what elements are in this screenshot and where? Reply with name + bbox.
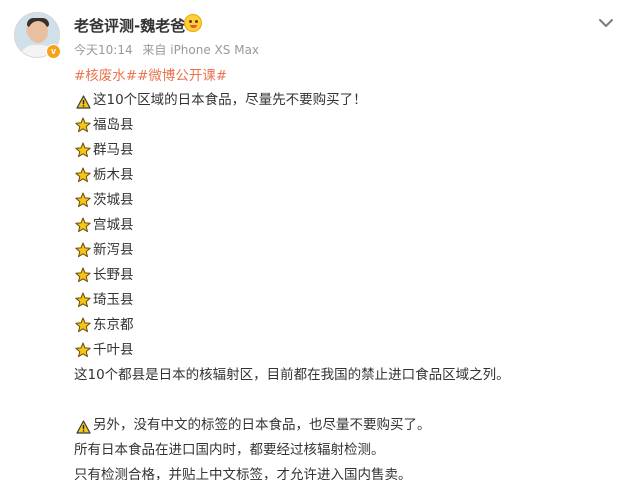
star-icon [75,192,91,208]
star-icon [75,242,91,258]
region-name: 宫城县 [93,217,134,233]
star-icon [75,267,91,283]
region-name: 琦玉县 [93,292,134,308]
paragraph-line: 这10个都县是日本的核辐射区，目前都在我国的禁止进口食品区域之列。 [74,367,510,383]
region-name: 千叶县 [93,342,134,358]
region-name: 长野县 [93,267,134,283]
post-time[interactable]: 今天10:14 [74,43,133,57]
emoji-badge-icon [184,14,202,32]
list-item: 东京都 [74,313,614,338]
region-name: 群马县 [93,142,134,158]
list-item: 琦玉县 [74,288,614,313]
list-item: 千叶县 [74,338,614,363]
line-text: 另外，没有中文的标签的日本食品，也尽量不要购买了。 [93,417,431,433]
region-name: 新泻县 [93,242,134,258]
list-item: 茨城县 [74,188,614,213]
star-icon [75,292,91,308]
warning-icon [75,420,91,434]
post-meta: 今天10:14 来自 iPhone XS Max [74,41,265,58]
star-icon [75,167,91,183]
star-icon [75,142,91,158]
list-item: 群马县 [74,138,614,163]
warning-line: 另外，没有中文的标签的日本食品，也尽量不要购买了。 [74,413,614,438]
list-item: 栃木县 [74,163,614,188]
warning-icon [75,95,91,109]
list-item: 新泻县 [74,238,614,263]
star-icon [75,217,91,233]
avatar-face [28,21,48,43]
warning-line: 这10个区域的日本食品，尽量先不要购买了！ [74,88,614,113]
region-name: 茨城县 [93,192,134,208]
chevron-down-icon[interactable] [597,14,615,32]
paragraph-line: 所有日本食品在进口国内时，都要经过核辐射检测。 [74,442,385,458]
star-icon [75,117,91,133]
verified-badge-icon: v [46,44,61,59]
paragraph-line: 只有检测合格，并贴上中文标签，才允许进入国内售卖。 [74,467,412,480]
star-icon [75,317,91,333]
post-body: #核废水##微博公开课# 这10个区域的日本食品，尽量先不要购买了！ 福岛县 群… [74,66,614,480]
list-item: 长野县 [74,263,614,288]
list-item: 福岛县 [74,113,614,138]
region-name: 东京都 [93,317,134,333]
region-name: 福岛县 [93,117,134,133]
post-header: v 老爸评测-魏老爸 今天10:14 来自 iPhone XS Max [14,10,614,70]
star-icon [75,342,91,358]
post-source: 来自 iPhone XS Max [142,43,260,57]
list-item: 宫城县 [74,213,614,238]
username[interactable]: 老爸评测-魏老爸 [74,15,185,36]
topic-tags[interactable]: #核废水##微博公开课# [74,66,614,88]
region-name: 栃木县 [93,167,134,183]
line-text: 这10个区域的日本食品，尽量先不要购买了！ [93,92,367,108]
